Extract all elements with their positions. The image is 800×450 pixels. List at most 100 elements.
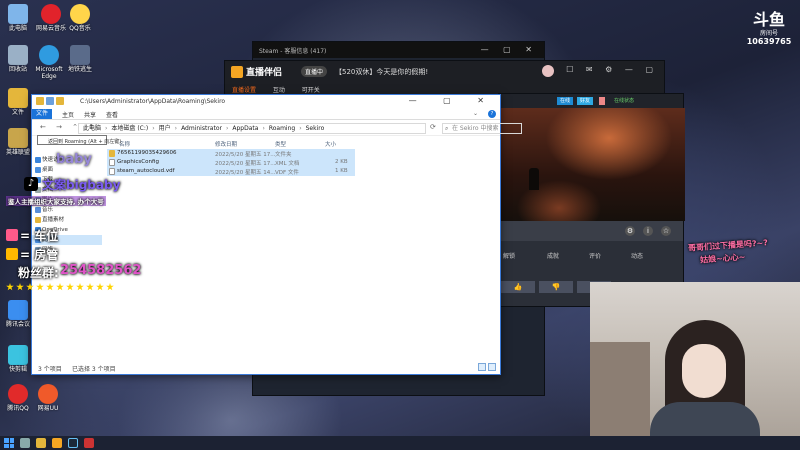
user-avatar[interactable] [542,65,554,77]
thumbs-down-icon[interactable]: 👎 [539,281,573,293]
windows-start-icon[interactable] [4,438,14,448]
star-icon [56,283,64,291]
address-bar[interactable]: 此电脑 › 本地磁盘 (C:) › 用户 › Administrator › AppDa… [78,123,426,134]
ribbon-file-tab[interactable]: 文件 [32,109,52,119]
column-type[interactable]: 类型 [275,140,286,148]
folder-icon [35,217,41,223]
steam-taskbar-icon[interactable] [68,438,78,448]
douyu-watermark: 斗鱼 房间号 10639765 [744,10,794,47]
overlay-watermark: baby [56,152,92,167]
task-view-icon[interactable] [20,438,30,448]
desktop-icon-qq-music[interactable]: QQ音乐 [62,4,98,33]
file-row[interactable]: GraphicsConfig 2022/5/20 星期五 17... XML 文… [107,158,355,167]
file-row[interactable]: 76561199035429606 2022/5/20 星期五 17... 文件… [107,149,355,158]
star-icon [76,283,84,291]
webcam-feed [590,282,800,450]
help-icon[interactable]: ? [488,110,496,118]
overlay-car: = 车位 [20,229,59,243]
live-taskbar-icon[interactable] [52,438,62,448]
refresh-icon[interactable]: ⟳ [430,123,436,131]
star-icon [16,283,24,291]
live-topbar: 直播伴侣 直播中 【520双休】今天是你的假期! ☐ ✉ ⚙ — ▢ [225,61,664,83]
selected-count: 已选择 3 个项目 [72,366,116,373]
file-row[interactable]: steam_autocloud.vdf 2022/5/20 星期五 14... … [107,167,355,176]
star-icon [66,283,74,291]
webcam-face [682,344,726,398]
thumbs-up-icon[interactable]: 👍 [501,281,535,293]
column-size[interactable]: 大小 [325,140,336,148]
ribbon-tabs: 文件 主页 共享 查看 ⌄ ? [32,109,500,120]
window-controls[interactable]: — ▢ ✕ [481,45,538,54]
webcam-shelf [590,342,650,450]
overlay-stars [6,283,114,291]
game-action-bar: ⚙ i ☆ [499,221,683,241]
overlay-fans-label: 粉丝群: [18,266,59,280]
back-tooltip: 返回到 Roaming (Alt + 向左键) [37,135,121,145]
details-view-icon[interactable] [478,363,486,371]
star-icon [26,283,34,291]
file-icon [109,168,115,175]
folder-icon [8,88,28,108]
star-icon [36,283,44,291]
search-input[interactable]: ⌕ 在 Sekiro 中搜索 [442,123,522,134]
meeting-icon [8,300,28,320]
douyu-logo: 斗鱼 [752,10,785,29]
car-badge-icon [6,229,18,241]
star-icon[interactable]: ☆ [661,226,671,236]
explorer-body: 返回到 Roaming (Alt + 向左键) 快速访问 桌面 下载 文档 图片… [32,135,502,362]
taskbar [0,436,800,450]
music-icon [35,207,41,213]
star-icon [6,283,14,291]
game-online-button[interactable]: 在线 [557,97,574,105]
view-toggle [478,363,496,371]
overlay-fans-number: 254582562 [60,263,142,278]
game-status[interactable]: 在线状态 [611,97,637,105]
desktop-icon-game[interactable]: 地铁逃生 [62,45,98,74]
star-icon [86,283,94,291]
game-topbar: 在线 好友 在线状态 [499,94,683,108]
samurai-figure [529,168,539,190]
item-count: 3 个项目 [38,366,62,373]
new-folder-icon[interactable] [56,97,64,105]
explorer-taskbar-icon[interactable] [36,438,46,448]
clip-icon [8,345,28,365]
tree-item-live-assets[interactable]: 直播素材 [32,215,102,225]
room-number: 10639765 [746,37,792,46]
steam-titlebar: Steam - 客服信息 (417) — ▢ ✕ [253,42,544,58]
game-window[interactable]: 在线 好友 在线状态 ⚙ i ☆ 解锁 成就 评价 动态 👍 👎 ▾ [498,93,685,307]
desktop-icon-uu[interactable]: 网易UU [30,384,66,413]
live-status-badge: 直播中 [301,66,328,77]
file-list: 名称 修改日期 类型 大小 76561199035429606 2022/5/2… [107,137,502,362]
ribbon-share-tab[interactable]: 共享 [84,110,96,119]
search-icon: ⌕ [445,125,449,132]
file-explorer-window[interactable]: C:\Users\Administrator\AppData\Roaming\S… [31,94,522,375]
live-logo-icon [231,65,243,78]
properties-icon[interactable] [46,97,54,105]
live-window-controls[interactable]: ☐ ✉ ⚙ — ▢ [566,65,658,74]
desktop-icon-this-pc[interactable]: 此电脑 [0,4,36,33]
game-taskbar-icon[interactable] [84,438,94,448]
explorer-window-controls[interactable]: — ▢ ✕ [409,96,496,105]
overlay-tiktok-id: 文案bigbaby [42,178,121,192]
ribbon-view-tab[interactable]: 查看 [106,110,118,119]
info-icon[interactable]: i [643,226,653,236]
tree-item-music[interactable]: 音乐 [32,205,102,215]
recycle-bin-icon [8,45,28,65]
quick-access-toolbar [36,97,64,105]
window-title: C:\Users\Administrator\AppData\Roaming\S… [80,98,226,105]
game-avatar[interactable] [599,97,605,105]
tiles-view-icon[interactable] [488,363,496,371]
column-date[interactable]: 修改日期 [215,140,237,148]
settings-icon[interactable]: ⚙ [625,226,635,236]
overlay-promo: 鉴人主播组织大家支持, 办个大号 [6,196,106,206]
room-label: 房间号 [759,30,778,37]
xml-file-icon [109,159,115,166]
ribbon-home-tab[interactable]: 主页 [62,110,74,119]
game-friends-button[interactable]: 好友 [577,97,594,105]
ribbon-expand-icon[interactable]: ⌄ [473,110,478,117]
star-icon [46,283,54,291]
star-icon [35,157,41,163]
live-logo: 直播伴侣 [231,65,282,78]
live-room-title[interactable]: 【520双休】今天是你的假期! [335,67,428,77]
game-icon [70,45,90,65]
